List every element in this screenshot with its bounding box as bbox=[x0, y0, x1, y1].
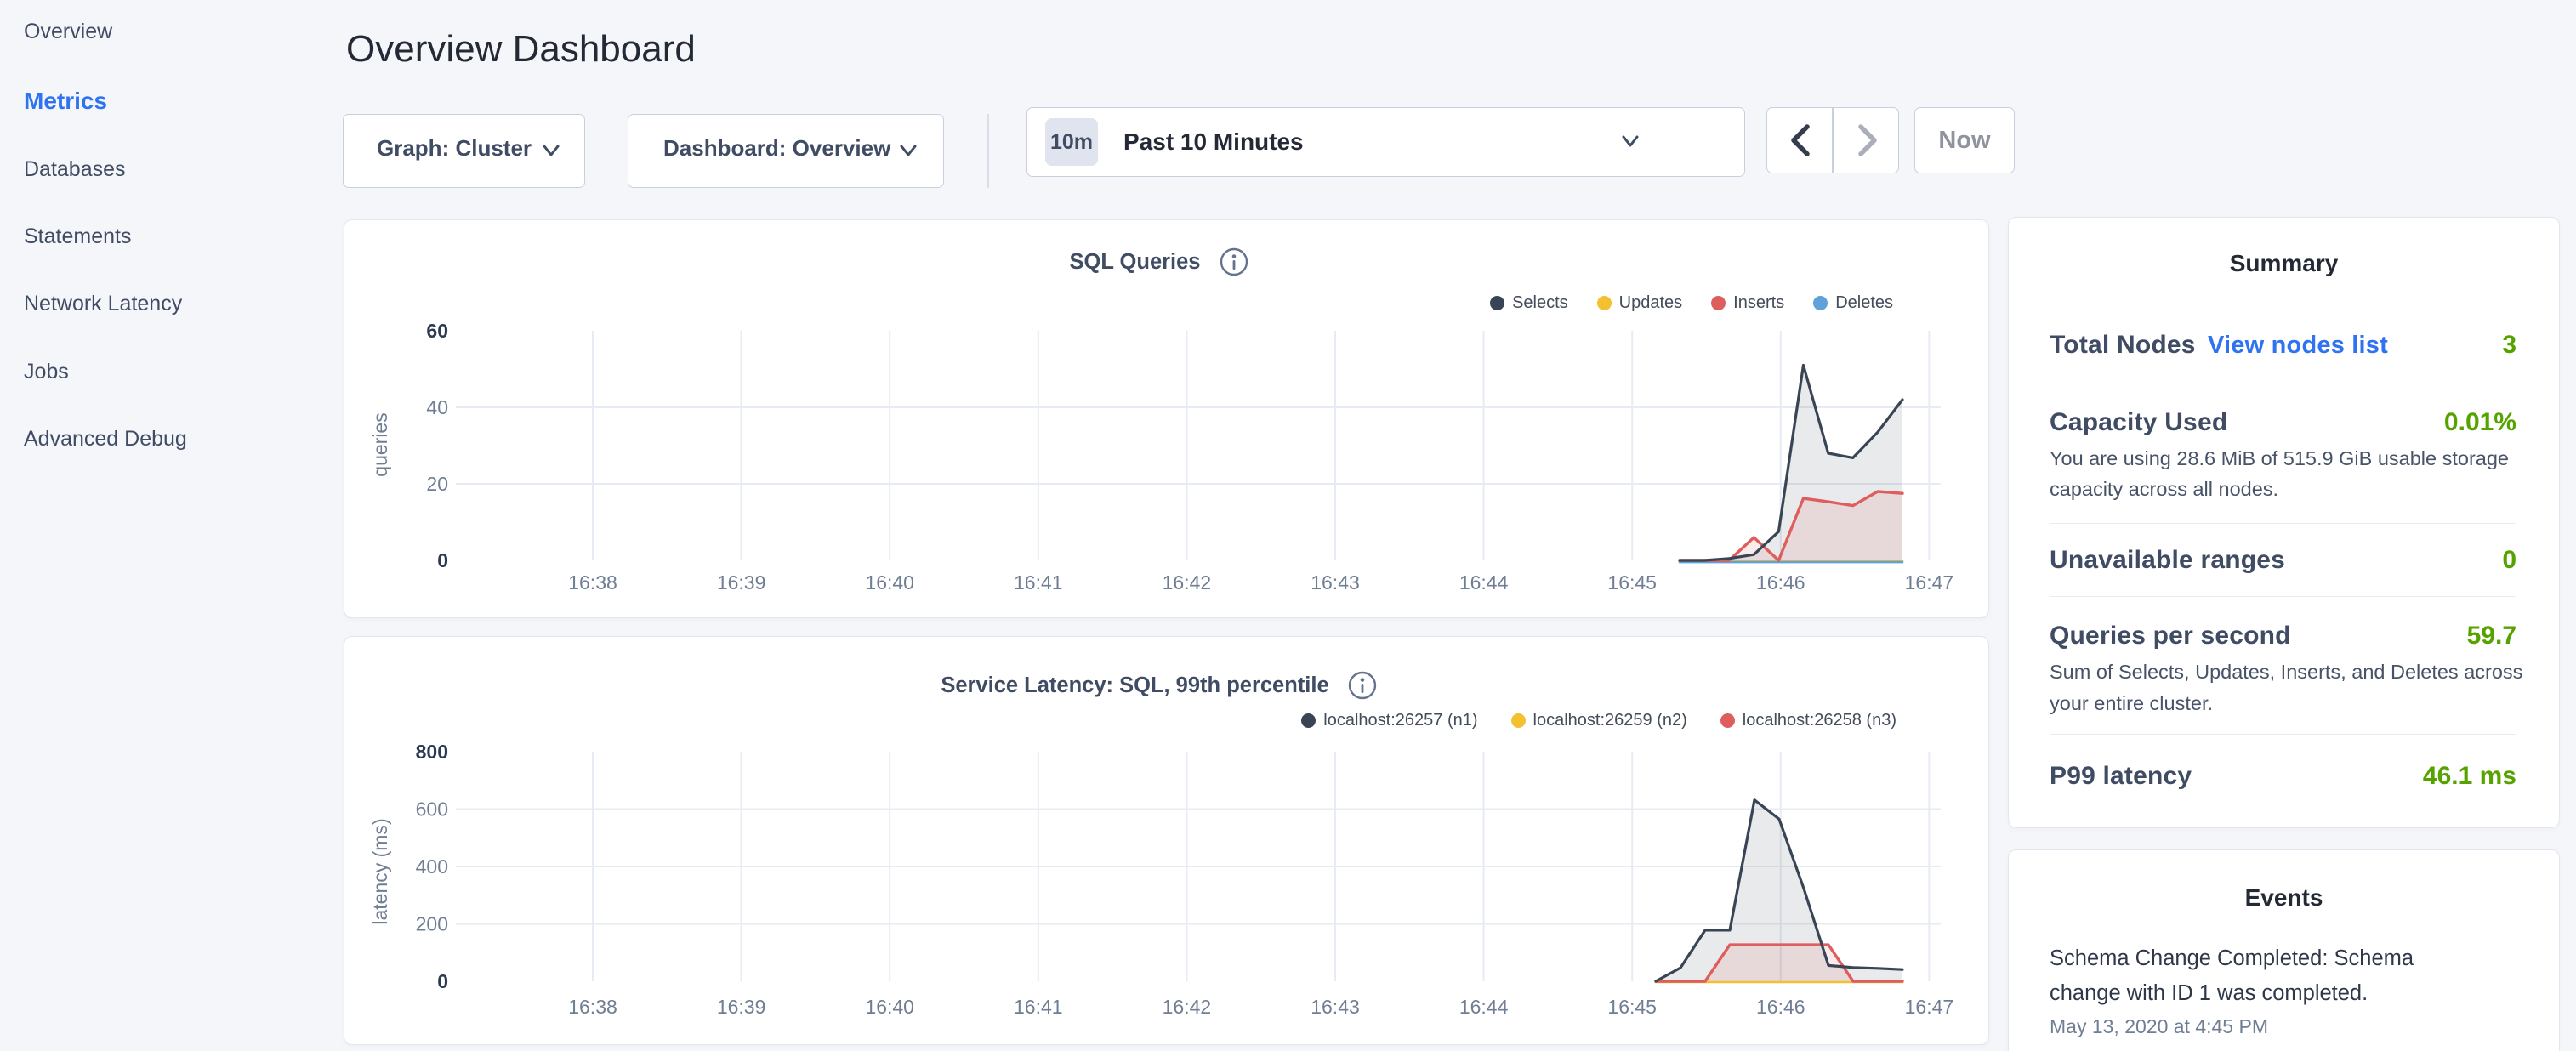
svg-text:600: 600 bbox=[416, 798, 448, 821]
svg-text:400: 400 bbox=[416, 855, 448, 878]
svg-text:16:46: 16:46 bbox=[1756, 571, 1805, 594]
svg-text:0: 0 bbox=[437, 549, 448, 571]
svg-text:16:39: 16:39 bbox=[717, 571, 766, 594]
svg-text:16:43: 16:43 bbox=[1311, 571, 1360, 594]
svg-text:16:44: 16:44 bbox=[1459, 571, 1509, 594]
svg-text:16:42: 16:42 bbox=[1163, 571, 1212, 594]
svg-text:16:47: 16:47 bbox=[1905, 996, 1954, 1018]
svg-text:200: 200 bbox=[416, 913, 448, 935]
svg-text:16:43: 16:43 bbox=[1311, 996, 1360, 1018]
svg-text:16:45: 16:45 bbox=[1607, 996, 1657, 1018]
svg-text:16:41: 16:41 bbox=[1014, 571, 1063, 594]
svg-text:800: 800 bbox=[416, 741, 448, 763]
svg-text:16:44: 16:44 bbox=[1459, 996, 1509, 1018]
svg-text:16:46: 16:46 bbox=[1756, 996, 1805, 1018]
svg-text:16:38: 16:38 bbox=[568, 996, 617, 1018]
svg-text:16:47: 16:47 bbox=[1905, 571, 1954, 594]
svg-text:0: 0 bbox=[437, 970, 448, 992]
svg-text:40: 40 bbox=[426, 396, 448, 418]
svg-text:16:40: 16:40 bbox=[865, 571, 914, 594]
svg-text:20: 20 bbox=[426, 473, 448, 495]
svg-text:16:41: 16:41 bbox=[1014, 996, 1063, 1018]
svg-text:16:45: 16:45 bbox=[1607, 571, 1657, 594]
svg-text:16:39: 16:39 bbox=[717, 996, 766, 1018]
svg-text:16:38: 16:38 bbox=[568, 571, 617, 594]
svg-text:60: 60 bbox=[426, 320, 448, 342]
svg-text:16:42: 16:42 bbox=[1163, 996, 1212, 1018]
svg-text:16:40: 16:40 bbox=[865, 996, 914, 1018]
